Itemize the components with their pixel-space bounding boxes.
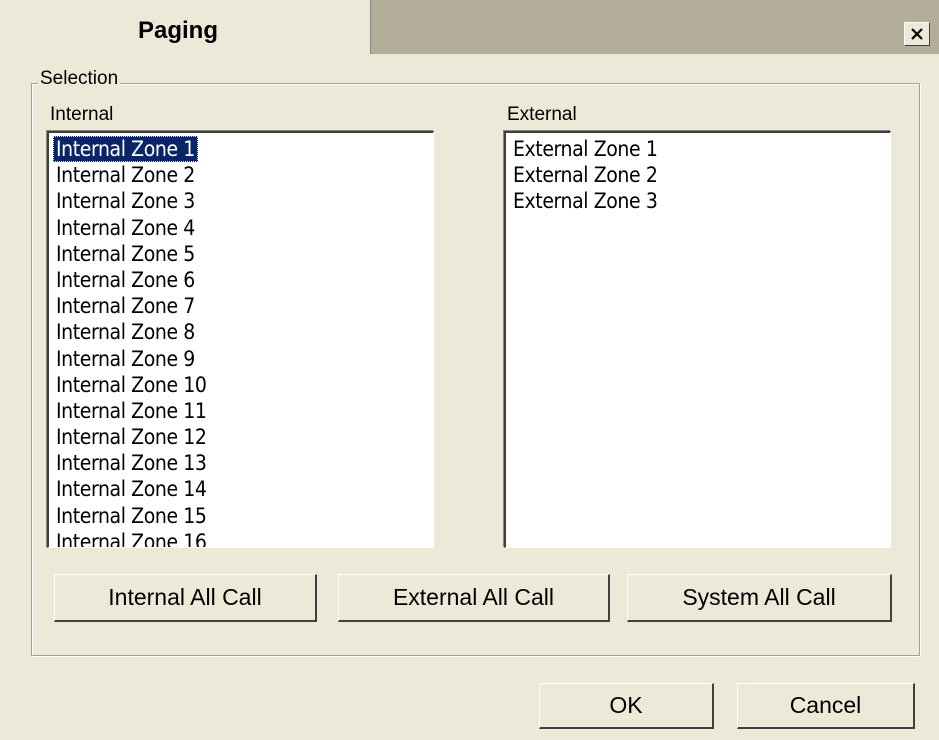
list-item[interactable]: Internal Zone 10 — [53, 372, 210, 398]
list-item-label: Internal Zone 2 — [56, 163, 195, 188]
list-item[interactable]: Internal Zone 13 — [53, 450, 210, 476]
list-item-label: Internal Zone 7 — [56, 294, 195, 319]
external-label: External — [507, 104, 577, 125]
list-item-label: External Zone 1 — [513, 137, 658, 161]
list-item[interactable]: Internal Zone 16 — [53, 529, 210, 548]
list-item-label: Internal Zone 3 — [56, 189, 195, 214]
ok-button[interactable]: OK — [539, 683, 714, 729]
list-item-label: Internal Zone 16 — [56, 529, 207, 548]
list-item-label: Internal Zone 1 — [53, 136, 198, 163]
external-zone-items: External Zone 1 External Zone 2 External Z… — [510, 136, 660, 215]
internal-zone-items: Internal Zone 1 Internal Zone 2 Internal Z… — [53, 136, 210, 548]
internal-label: Internal — [50, 104, 114, 125]
list-item[interactable]: External Zone 3 — [510, 188, 660, 214]
window-title: Paging — [138, 17, 219, 44]
close-button[interactable] — [904, 22, 930, 46]
list-item-label: Internal Zone 8 — [56, 320, 195, 345]
list-item-label: External Zone 2 — [513, 163, 658, 188]
list-item[interactable]: Internal Zone 11 — [53, 398, 210, 424]
title-bar: Paging — [0, 0, 939, 54]
close-icon — [911, 28, 923, 40]
list-item-label: Internal Zone 13 — [56, 451, 207, 476]
list-item-label: Internal Zone 6 — [56, 267, 195, 292]
selection-group-label: Selection — [38, 68, 121, 90]
list-item[interactable]: Internal Zone 15 — [53, 503, 210, 529]
list-item-label: Internal Zone 15 — [56, 503, 207, 528]
list-item-label: Internal Zone 10 — [56, 372, 207, 397]
list-item[interactable]: Internal Zone 14 — [53, 476, 210, 502]
internal-zone-list[interactable]: Internal Zone 1 Internal Zone 2 Internal Z… — [47, 131, 434, 548]
list-item-label: Internal Zone 12 — [56, 425, 207, 450]
list-item[interactable]: External Zone 2 — [510, 162, 660, 188]
list-item-label: Internal Zone 9 — [56, 346, 195, 371]
list-item-label: Internal Zone 14 — [56, 477, 207, 502]
list-item[interactable]: Internal Zone 7 — [53, 293, 210, 319]
list-item[interactable]: Internal Zone 12 — [53, 424, 210, 450]
list-item[interactable]: Internal Zone 1 — [53, 136, 210, 163]
list-item-label: External Zone 3 — [513, 189, 658, 214]
list-item[interactable]: Internal Zone 9 — [53, 346, 210, 372]
list-item[interactable]: Internal Zone 3 — [53, 188, 210, 214]
list-item[interactable]: External Zone 1 — [510, 136, 660, 162]
list-item[interactable]: Internal Zone 5 — [53, 241, 210, 267]
list-item-label: Internal Zone 11 — [56, 398, 207, 423]
title-tab: Paging — [0, 0, 371, 54]
list-item[interactable]: Internal Zone 6 — [53, 267, 210, 293]
external-all-call-button[interactable]: External All Call — [338, 574, 610, 622]
list-item-label: Internal Zone 4 — [56, 215, 195, 240]
internal-all-call-button[interactable]: Internal All Call — [54, 574, 317, 622]
list-item[interactable]: Internal Zone 4 — [53, 215, 210, 241]
list-item-label: Internal Zone 5 — [56, 241, 195, 266]
system-all-call-button[interactable]: System All Call — [627, 574, 892, 622]
list-item[interactable]: Internal Zone 8 — [53, 319, 210, 345]
cancel-button[interactable]: Cancel — [737, 683, 915, 729]
list-item[interactable]: Internal Zone 2 — [53, 162, 210, 188]
external-zone-list[interactable]: External Zone 1 External Zone 2 External Z… — [504, 131, 891, 548]
